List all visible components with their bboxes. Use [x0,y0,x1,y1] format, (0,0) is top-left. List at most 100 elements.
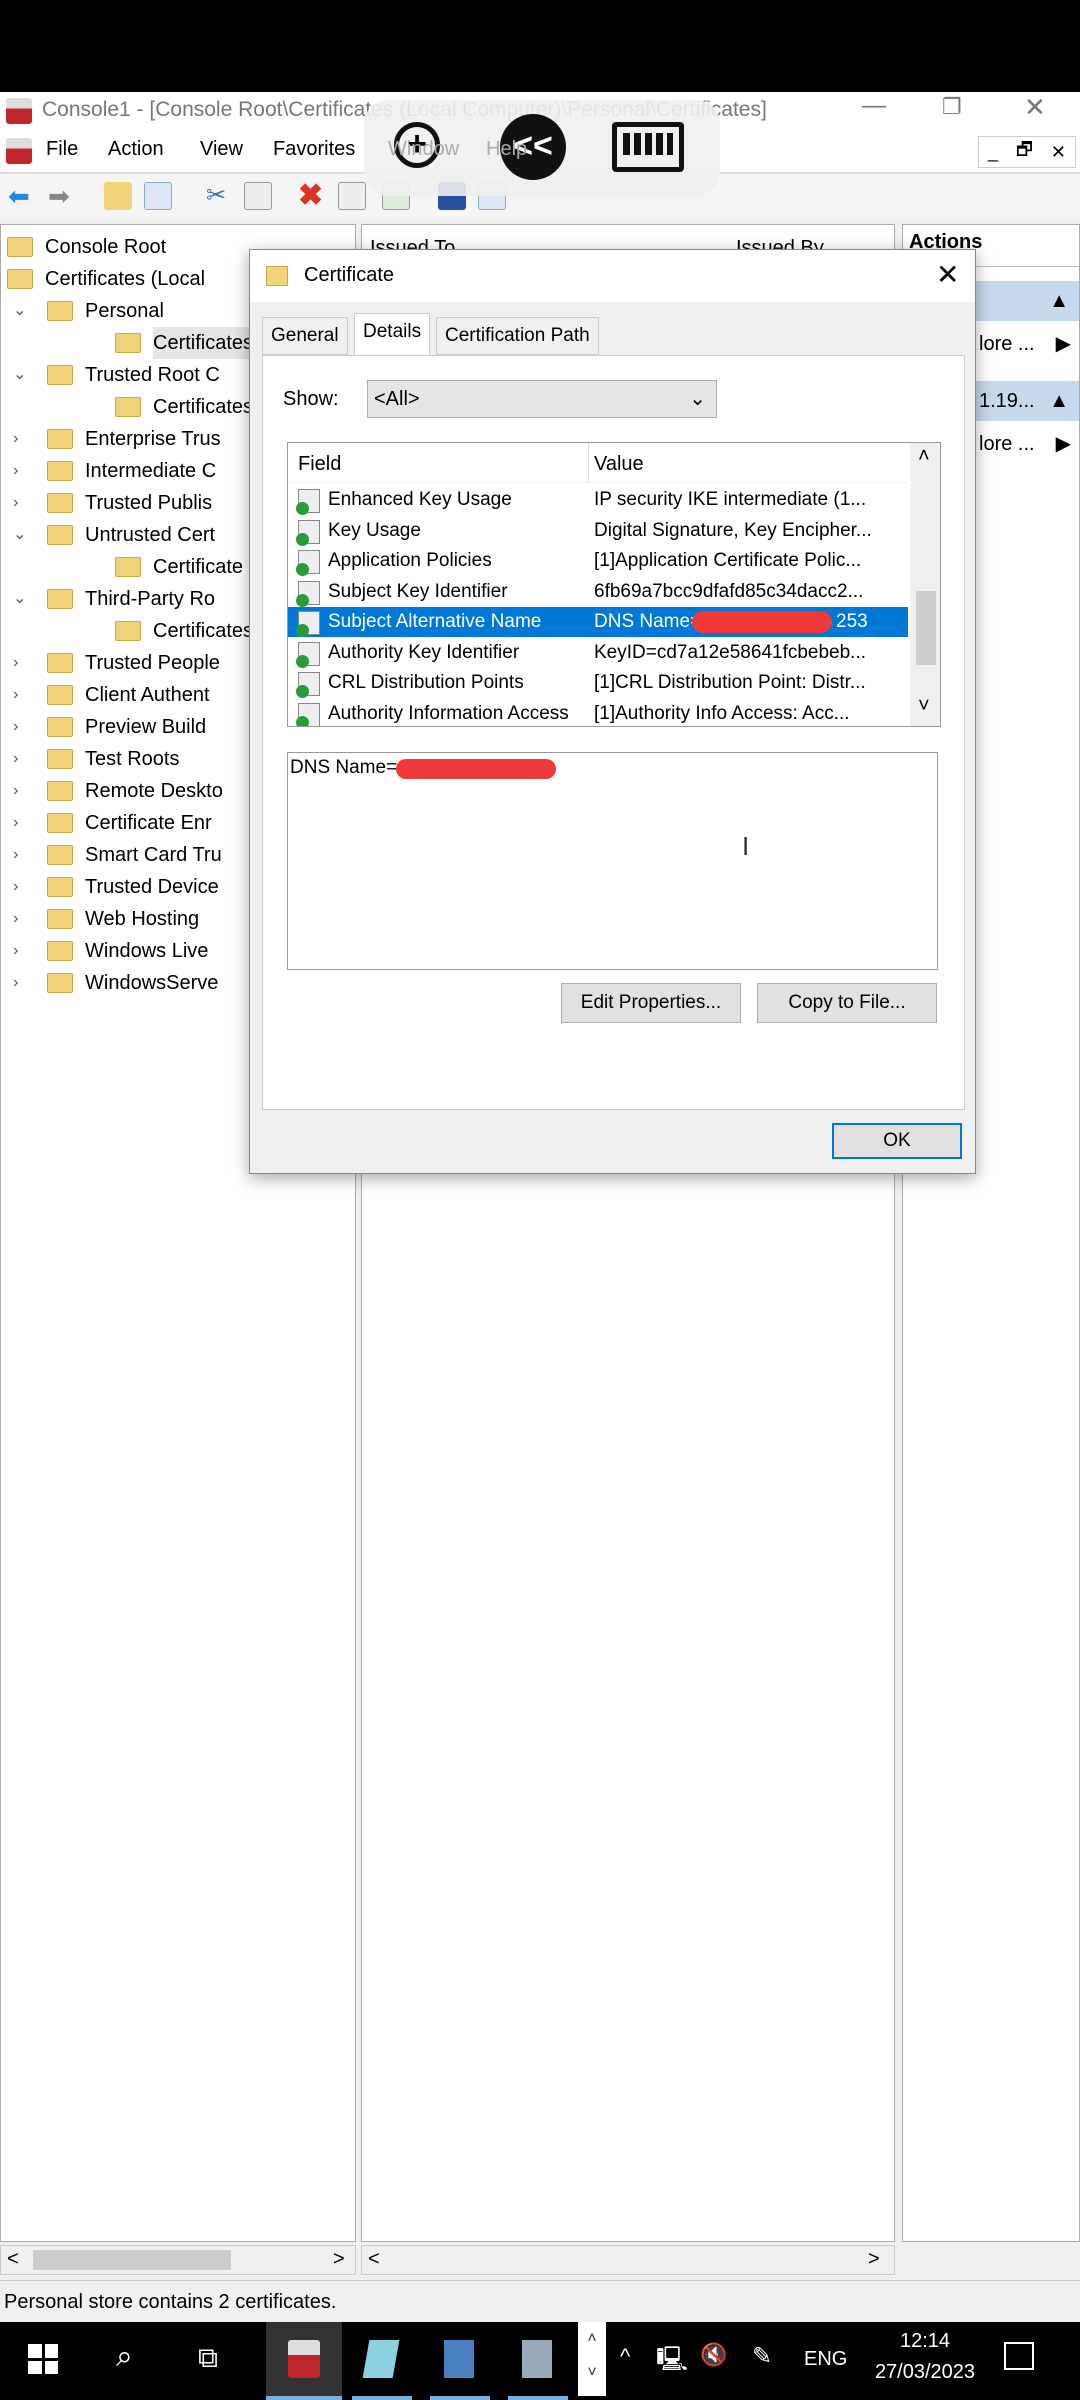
field-row[interactable]: Enhanced Key Usage IP security IKE interm… [288,485,908,515]
clock[interactable]: 12:14 27/03/2023 [870,2330,980,2384]
tree-item-label: Certificate Enr [85,812,212,834]
taskbar-server-manager[interactable] [508,2322,568,2400]
chevron-right-icon[interactable]: › [13,807,33,839]
chevron-right-icon[interactable]: › [13,775,33,807]
chevron-right-icon[interactable]: › [13,679,33,711]
certificate-field-icon [296,550,320,576]
field-name: CRL Distribution Points [328,672,524,693]
show-dropdown[interactable]: <All> ⌄ [367,380,717,418]
back-icon[interactable]: ⬅ [8,182,36,210]
keyboard-icon[interactable] [612,122,684,172]
chevron-right-icon[interactable]: › [13,839,33,871]
chevron-right-icon[interactable]: › [13,711,33,743]
menu-file[interactable]: File [46,138,78,161]
chevron-down-icon[interactable]: ⌄ [13,295,33,327]
folder-icon [115,621,141,641]
tree-item-label: Certificates [153,620,254,642]
chevron-right-icon[interactable]: › [13,455,33,487]
up-folder-icon[interactable] [104,182,132,210]
start-button[interactable] [28,2344,58,2374]
chevron-right-icon[interactable]: › [13,967,33,999]
tab-certification-path[interactable]: Certification Path [436,317,599,355]
cut-icon[interactable]: ✂ [206,182,234,210]
folder-icon [7,269,33,289]
forward-icon[interactable]: ➡ [48,182,76,210]
chevron-right-icon[interactable]: › [13,871,33,903]
field-value: Digital Signature, Key Encipher... [594,519,872,541]
dialog-title-bar: Certificate ✕ [250,250,975,302]
delete-icon[interactable]: ✖ [298,181,326,211]
close-button[interactable]: ✕ [1024,92,1046,123]
taskbar-notepad[interactable] [352,2322,412,2400]
chevron-right-icon[interactable]: › [13,487,33,519]
field-value: 6fb69a7bcc9dfafd85c34dacc2... [594,580,864,602]
action-center-icon[interactable] [1004,2342,1034,2370]
restore-button[interactable]: ❐ [942,94,962,120]
copy-to-file-button[interactable]: Copy to File... [757,983,937,1023]
show-hidden-icons[interactable]: ^ [620,2344,630,2370]
edit-properties-button[interactable]: Edit Properties... [561,983,741,1023]
tree-item-label: Trusted Publis [85,492,213,514]
results-horizontal-scrollbar[interactable]: < > [361,2245,895,2275]
folder-icon [47,365,73,385]
menu-window[interactable]: Window [388,138,459,161]
taskbar-network-app[interactable] [430,2322,490,2400]
chevron-down-icon[interactable]: ⌄ [13,583,33,615]
fields-vertical-scrollbar[interactable]: ˄ ˅ [910,443,940,726]
taskbar-scroll-buttons[interactable]: ˄ ˅ [578,2322,606,2396]
field-row[interactable]: Authority Key Identifier KeyID=cd7a12e586… [288,638,908,668]
language-indicator[interactable]: ENG [804,2348,847,2371]
copy-icon[interactable] [244,182,272,210]
tree-item-label: WindowsServe [85,972,219,994]
task-view-icon[interactable]: ⧉ [198,2342,218,2375]
field-name: Subject Alternative Name [328,611,542,632]
chevron-right-icon[interactable]: › [13,903,33,935]
folder-icon [47,781,73,801]
volume-muted-icon[interactable]: 🔇 [700,2342,727,2368]
menu-action[interactable]: Action [108,138,164,161]
folder-icon [115,397,141,417]
chevron-down-icon[interactable]: ⌄ [13,359,33,391]
chevron-right-icon[interactable]: › [13,935,33,967]
pen-icon[interactable]: ✎ [752,2342,772,2371]
folder-icon [7,237,33,257]
folder-icon [47,685,73,705]
field-value-textbox[interactable]: DNS Name= I [287,752,938,970]
chevron-down-icon[interactable]: ⌄ [13,519,33,551]
field-name: Authority Key Identifier [328,641,520,663]
show-hide-tree-icon[interactable] [144,182,172,210]
properties-icon[interactable] [338,182,366,210]
chevron-right-icon[interactable]: › [13,743,33,775]
top-black-bar [0,0,1080,92]
field-row[interactable]: Application Policies [1]Application Certi… [288,546,908,576]
tree-item-label: Smart Card Tru [85,844,222,866]
column-value[interactable]: Value [594,453,644,476]
child-window-controls[interactable]: _ 🗗 ✕ [978,136,1076,168]
chevron-right-icon[interactable]: › [13,647,33,679]
tab-general[interactable]: General [262,317,348,355]
field-row[interactable]: Subject Alternative Name DNS Name= 253 [288,607,908,637]
field-row[interactable]: Authority Information Access [1]Authority… [288,699,908,726]
field-row[interactable]: Subject Key Identifier 6fb69a7bcc9dfafd85… [288,577,908,607]
chevron-right-icon[interactable]: › [13,423,33,455]
search-icon[interactable]: ⌕ [116,2340,133,2374]
tab-details[interactable]: Details [354,313,431,356]
folder-icon [47,909,73,929]
folder-icon [47,429,73,449]
network-icon[interactable]: 🖳 [656,2342,688,2383]
column-field[interactable]: Field [298,453,341,476]
console-icon [6,138,32,164]
dialog-close-button[interactable]: ✕ [936,258,959,291]
ok-button[interactable]: OK [832,1123,962,1159]
taskbar-mmc[interactable] [266,2322,342,2400]
field-row[interactable]: Key Usage Digital Signature, Key Encipher… [288,516,908,546]
field-row[interactable]: CRL Distribution Points [1]CRL Distributi… [288,668,908,698]
certificate-field-icon [296,489,320,515]
minimize-button[interactable]: — [862,92,886,120]
show-label: Show: [283,388,339,410]
menu-view[interactable]: View [200,138,243,161]
menu-favorites[interactable]: Favorites [273,138,355,161]
mmc-app-icon [6,98,32,124]
tree-horizontal-scrollbar[interactable]: < > [0,2245,356,2275]
menu-help[interactable]: Help [486,138,527,161]
